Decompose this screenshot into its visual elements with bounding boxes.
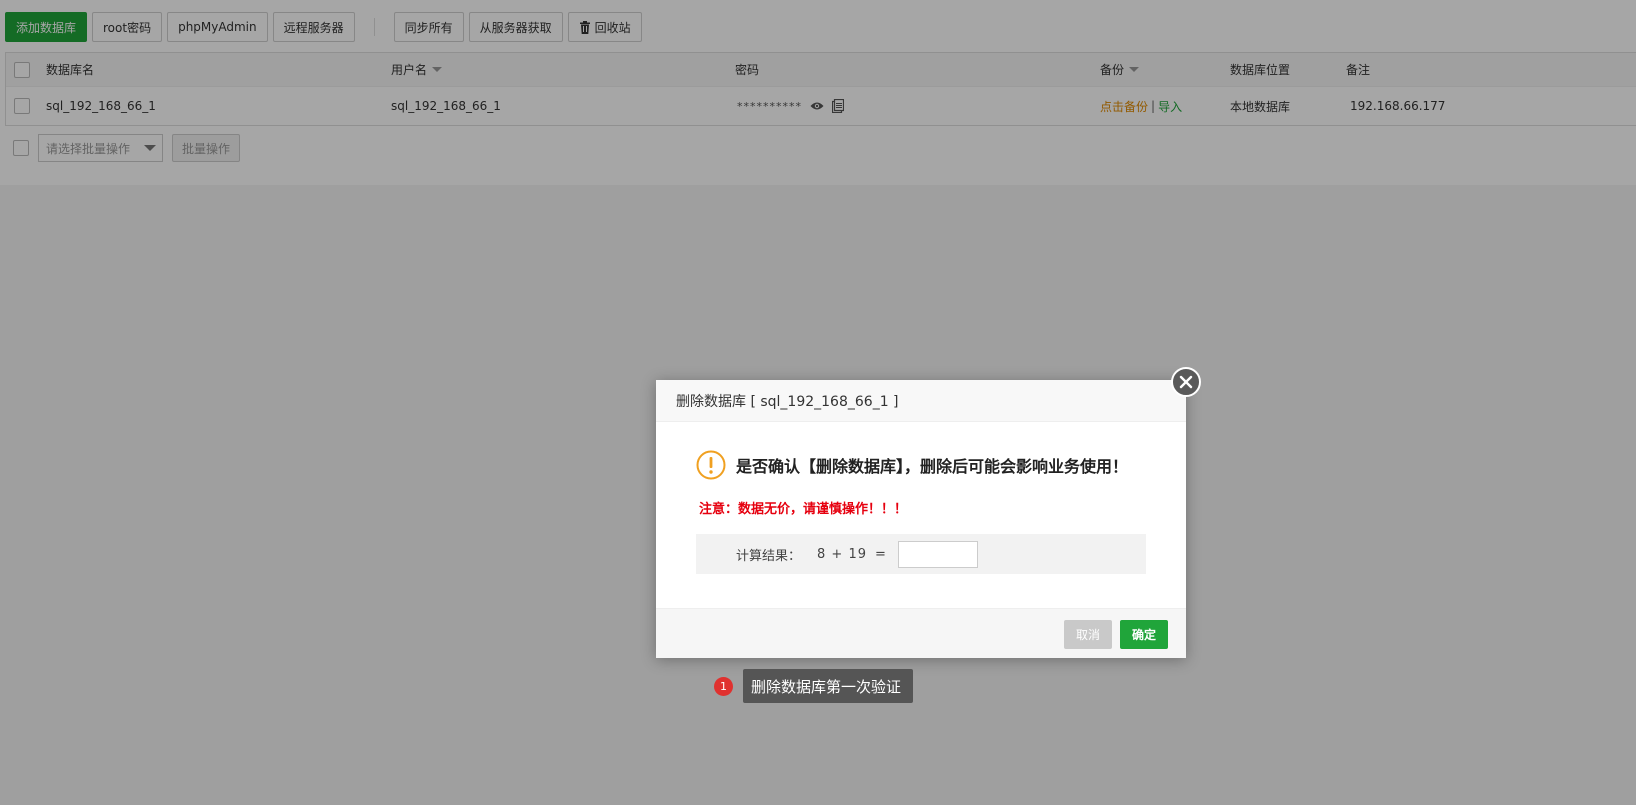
delete-database-dialog: 删除数据库 [ sql_192_168_66_1 ] 是否确认【删除数据库】，删… [656, 367, 1201, 658]
close-icon[interactable] [1171, 367, 1201, 397]
calc-label: 计算结果： [736, 548, 802, 564]
confirm-button[interactable]: 确定 [1120, 620, 1168, 649]
warning-icon [696, 450, 726, 480]
step-number-badge: 1 [714, 676, 733, 696]
warning-row: 是否确认【删除数据库】，删除后可能会影响业务使用！ [696, 450, 1128, 480]
step-label: 删除数据库第一次验证 [743, 669, 914, 703]
calc-result-input[interactable] [897, 540, 978, 568]
calc-verification: 计算结果： 8 + 19 = [696, 534, 1146, 574]
dialog-body: 是否确认【删除数据库】，删除后可能会影响业务使用！ 注意：数据无价，请谨慎操作！… [656, 422, 1186, 608]
cancel-button[interactable]: 取消 [1064, 620, 1112, 649]
dialog-title: 删除数据库 [ sql_192_168_66_1 ] [656, 380, 1186, 422]
warning-text: 是否确认【删除数据库】，删除后可能会影响业务使用！ [736, 457, 1129, 476]
calc-expression: 8 + 19 [817, 546, 867, 562]
dialog-footer: 取消 确定 [656, 608, 1186, 658]
step-tooltip: 1 删除数据库第一次验证 [714, 669, 914, 703]
notice-text: 注意：数据无价，请谨慎操作！！！ [699, 502, 908, 517]
calc-equals: = [875, 546, 886, 562]
